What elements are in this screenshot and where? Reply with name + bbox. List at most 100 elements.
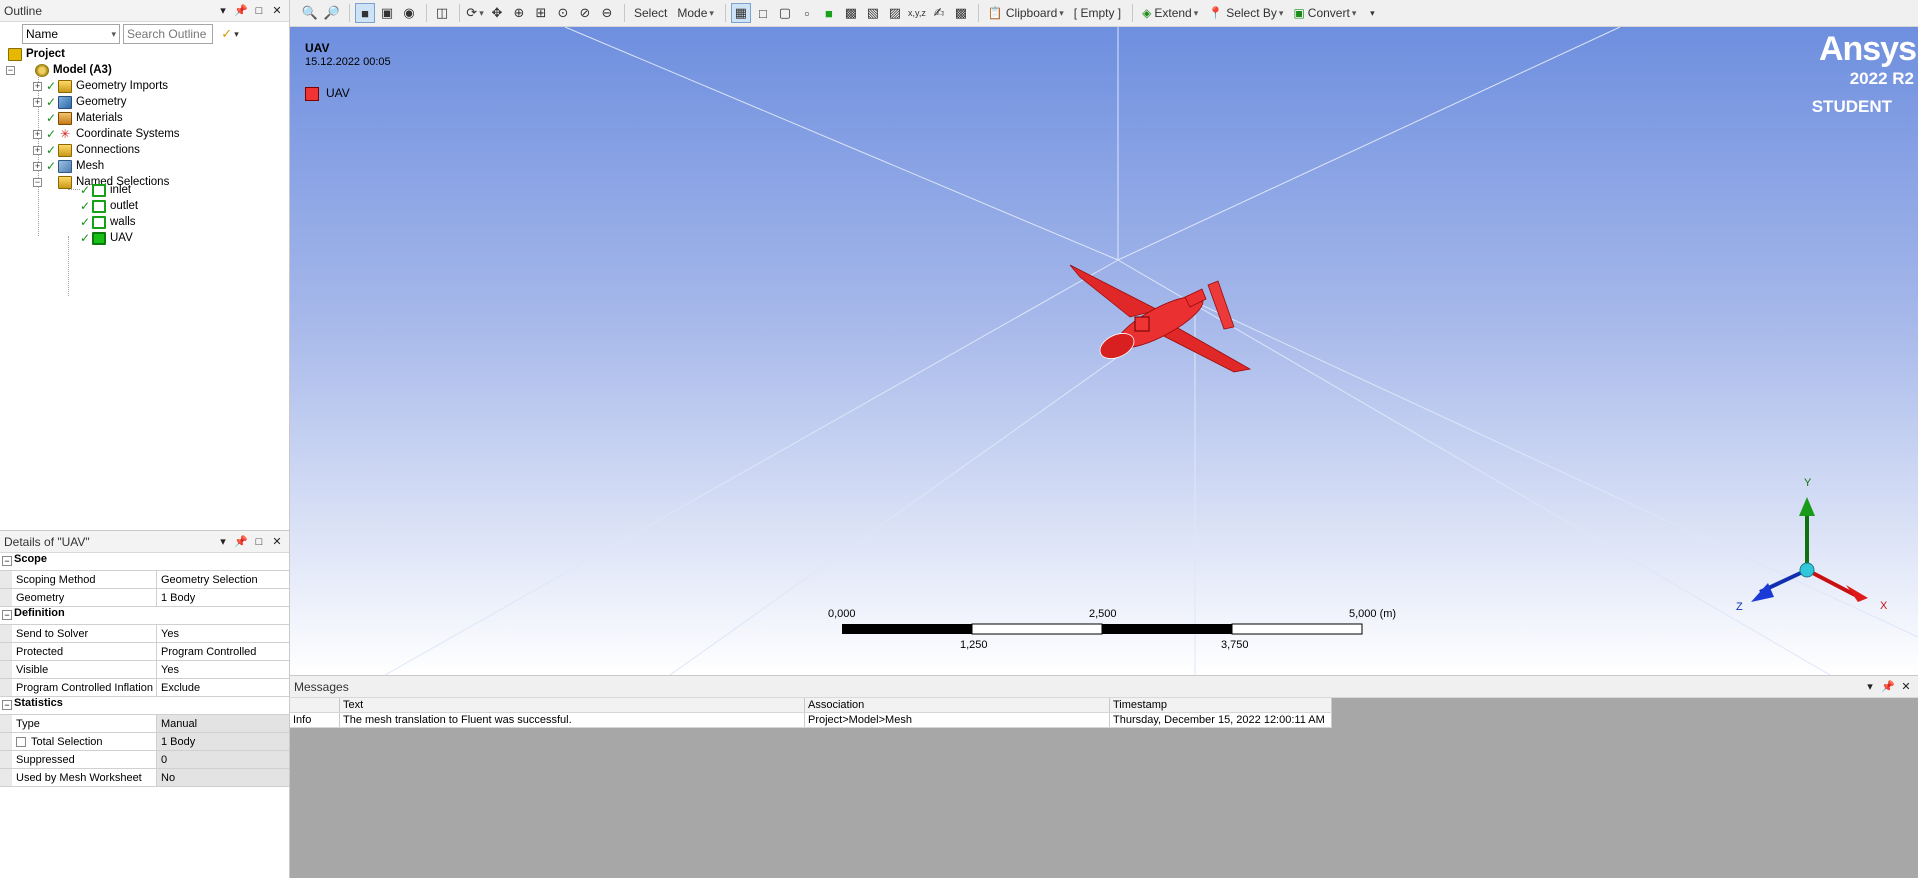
pin-icon[interactable]: 📌 bbox=[233, 3, 249, 19]
maximize-icon[interactable]: □ bbox=[251, 534, 267, 550]
details-row[interactable]: Total Selection 1 Body bbox=[0, 733, 289, 751]
row-value[interactable]: Program Controlled bbox=[157, 643, 289, 660]
collapse-icon[interactable]: − bbox=[6, 65, 15, 75]
expand-icon[interactable]: + bbox=[33, 145, 42, 155]
parameter-checkbox[interactable] bbox=[16, 736, 26, 747]
tree-item-ns-uav[interactable]: ✓ UAV bbox=[80, 230, 133, 246]
solid-view-icon[interactable]: ■ bbox=[355, 3, 375, 23]
collapse-icon[interactable]: − bbox=[2, 700, 12, 710]
annotation-icon[interactable]: ✍ bbox=[929, 3, 949, 23]
chevron-down-icon[interactable]: ▾ bbox=[1862, 679, 1878, 695]
clipboard-dropdown[interactable]: 📋 Clipboard bbox=[984, 3, 1068, 23]
row-value[interactable]: Geometry Selection bbox=[157, 571, 289, 588]
close-icon[interactable]: ✕ bbox=[269, 3, 285, 19]
convert-dropdown[interactable]: ▣ Convert bbox=[1289, 3, 1360, 23]
select-node-icon[interactable]: ▧ bbox=[863, 3, 883, 23]
pin-icon[interactable]: 📌 bbox=[233, 534, 249, 550]
column-header[interactable]: Text bbox=[340, 698, 805, 712]
tree-item-ns-walls[interactable]: ✓ walls bbox=[80, 214, 136, 230]
expand-icon[interactable]: + bbox=[33, 161, 42, 171]
collapse-icon[interactable]: − bbox=[2, 610, 12, 620]
details-row[interactable]: Used by Mesh Worksheet No bbox=[0, 769, 289, 787]
collapse-icon[interactable]: − bbox=[2, 556, 12, 566]
table-row[interactable]: Info The mesh translation to Fluent was … bbox=[290, 713, 1332, 728]
previous-view-icon[interactable]: ⊖ bbox=[597, 3, 617, 23]
pin-icon[interactable]: 📌 bbox=[1880, 679, 1896, 695]
mode-dropdown[interactable]: Mode bbox=[673, 3, 718, 23]
section-definition[interactable]: − Definition bbox=[0, 607, 289, 625]
close-icon[interactable]: ✕ bbox=[269, 534, 285, 550]
zoom-out-icon[interactable]: 🔎 bbox=[322, 3, 342, 23]
tree-item-ns-outlet[interactable]: ✓ outlet bbox=[80, 198, 138, 214]
message-association: Project>Model>Mesh bbox=[805, 713, 1110, 727]
chevron-down-icon[interactable]: ▾ bbox=[215, 534, 231, 550]
row-value[interactable]: 1 Body bbox=[157, 589, 289, 606]
column-header[interactable]: Timestamp bbox=[1110, 698, 1332, 712]
section-statistics[interactable]: − Statistics bbox=[0, 697, 289, 715]
coordinate-icon[interactable]: x,y,z bbox=[907, 3, 927, 23]
tree-item-materials[interactable]: ✓ Materials bbox=[46, 110, 123, 126]
shaded-view-icon[interactable]: ▣ bbox=[377, 3, 397, 23]
zoom-in-icon[interactable]: 🔍 bbox=[300, 3, 320, 23]
display-style-icon[interactable]: ◉ bbox=[399, 3, 419, 23]
tree-item-coordinate-systems[interactable]: + ✓ ✳ Coordinate Systems bbox=[33, 126, 180, 142]
tree-item-ns-inlet[interactable]: ✓ inlet bbox=[80, 182, 131, 198]
column-header[interactable] bbox=[290, 698, 340, 712]
extend-label: Extend bbox=[1154, 6, 1192, 20]
select-face-group-icon[interactable]: ▨ bbox=[885, 3, 905, 23]
details-row[interactable]: Program Controlled Inflation Exclude bbox=[0, 679, 289, 697]
details-row[interactable]: Visible Yes bbox=[0, 661, 289, 679]
expand-icon[interactable]: + bbox=[33, 81, 42, 91]
box-zoom-icon[interactable]: ⊞ bbox=[531, 3, 551, 23]
tree-item-mesh[interactable]: + ✓ Mesh bbox=[33, 158, 104, 174]
zoom-icon[interactable]: ⊕ bbox=[509, 3, 529, 23]
close-icon[interactable]: ✕ bbox=[1898, 679, 1914, 695]
row-key: Suppressed bbox=[0, 751, 157, 768]
outline-filter-combo[interactable]: Name ▾ bbox=[22, 24, 120, 44]
column-header[interactable]: Association bbox=[805, 698, 1110, 712]
select-face-icon[interactable]: □ bbox=[753, 3, 773, 23]
select-body-icon[interactable]: ▦ bbox=[730, 3, 751, 23]
tree-item-geometry-imports[interactable]: + ✓ Geometry Imports bbox=[33, 78, 168, 94]
section-scope[interactable]: − Scope bbox=[0, 553, 289, 571]
select-element-icon[interactable]: ■ bbox=[819, 3, 839, 23]
select-edge-icon[interactable]: ▢ bbox=[775, 3, 795, 23]
collapse-icon[interactable]: − bbox=[33, 177, 42, 187]
uav-model[interactable] bbox=[1069, 264, 1252, 373]
select-by-dropdown[interactable]: 📍 Select By bbox=[1204, 3, 1287, 23]
tree-item-geometry[interactable]: + ✓ Geometry bbox=[33, 94, 127, 110]
expand-icon[interactable]: + bbox=[33, 129, 42, 139]
details-row[interactable]: Type Manual bbox=[0, 715, 289, 733]
maximize-icon[interactable]: □ bbox=[251, 3, 267, 19]
toolbar-overflow-icon[interactable]: ▾ bbox=[1362, 3, 1382, 23]
details-row[interactable]: Protected Program Controlled bbox=[0, 643, 289, 661]
extend-dropdown[interactable]: ◈ Extend bbox=[1138, 3, 1202, 23]
tree-item-label: outlet bbox=[110, 200, 139, 212]
section-plane-icon[interactable]: ◫ bbox=[432, 3, 452, 23]
tree-item-label: Model (A3) bbox=[53, 64, 112, 76]
select-mesh-icon[interactable]: ▩ bbox=[841, 3, 861, 23]
check-icon: ✓ bbox=[46, 127, 57, 141]
search-outline-input[interactable]: Search Outline bbox=[123, 24, 213, 44]
tree-item-connections[interactable]: + ✓ Connections bbox=[33, 142, 140, 158]
chevron-down-icon[interactable]: ▾ bbox=[215, 3, 231, 19]
filter-check-icon[interactable]: ✓ ▾ bbox=[216, 24, 244, 44]
select-vertex-icon[interactable]: ▫ bbox=[797, 3, 817, 23]
expand-icon[interactable]: + bbox=[33, 97, 42, 107]
magnifier-icon[interactable]: ⊘ bbox=[575, 3, 595, 23]
row-value[interactable]: Yes bbox=[157, 661, 289, 678]
zoom-fit-icon[interactable]: ⊙ bbox=[553, 3, 573, 23]
details-row[interactable]: Send to Solver Yes bbox=[0, 625, 289, 643]
tree-item-model[interactable]: − Model (A3) bbox=[6, 62, 112, 78]
row-value[interactable]: Yes bbox=[157, 625, 289, 642]
rotate-icon[interactable]: ⟳ bbox=[465, 3, 485, 23]
coordinate-systems-icon: ✳ bbox=[59, 126, 71, 141]
details-row[interactable]: Geometry 1 Body bbox=[0, 589, 289, 607]
details-row[interactable]: Scoping Method Geometry Selection bbox=[0, 571, 289, 589]
details-row[interactable]: Suppressed 0 bbox=[0, 751, 289, 769]
tree-item-project[interactable]: Project bbox=[8, 46, 65, 62]
row-value[interactable]: Exclude bbox=[157, 679, 289, 696]
graphics-viewport[interactable]: UAV 15.12.2022 00:05 UAV Ansys 2022 R2 S… bbox=[290, 27, 1918, 675]
pan-icon[interactable]: ✥ bbox=[487, 3, 507, 23]
label-icon[interactable]: ▩ bbox=[951, 3, 971, 23]
